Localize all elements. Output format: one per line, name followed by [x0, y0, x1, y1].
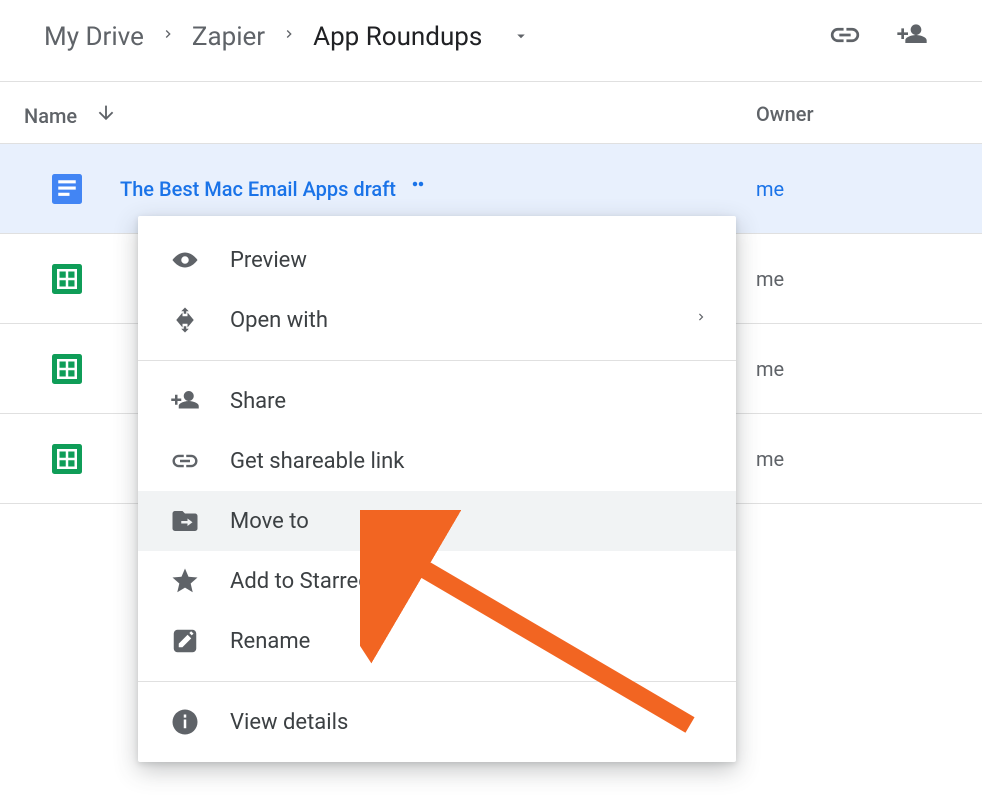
- menu-move-to[interactable]: Move to: [138, 491, 736, 551]
- info-icon: [170, 707, 214, 737]
- add-person-icon[interactable]: [896, 19, 928, 55]
- rename-icon: [170, 626, 214, 656]
- sort-arrow-down-icon: [95, 102, 117, 129]
- preview-icon: [170, 245, 214, 275]
- menu-label: Preview: [230, 248, 307, 273]
- breadcrumb: My Drive Zapier App Roundups: [44, 22, 828, 52]
- file-owner: me: [756, 177, 784, 201]
- shared-icon: [406, 178, 430, 200]
- sheets-icon: [52, 264, 92, 294]
- docs-icon: [52, 174, 92, 204]
- move-icon: [170, 305, 214, 335]
- link-icon[interactable]: [828, 18, 862, 56]
- menu-get-link[interactable]: Get shareable link: [138, 431, 736, 491]
- chevron-right-icon: [160, 22, 176, 52]
- breadcrumb-current[interactable]: App Roundups: [313, 22, 482, 52]
- file-owner: me: [756, 357, 784, 381]
- menu-label: Rename: [230, 629, 310, 654]
- column-owner[interactable]: Owner: [756, 102, 814, 126]
- column-headers: Name Owner: [0, 81, 982, 144]
- file-owner: me: [756, 267, 784, 291]
- chevron-right-icon: [694, 307, 708, 333]
- breadcrumb-root[interactable]: My Drive: [44, 22, 144, 52]
- menu-add-starred[interactable]: Add to Starred: [138, 551, 736, 611]
- menu-label: Get shareable link: [230, 449, 404, 474]
- menu-label: Open with: [230, 308, 328, 333]
- menu-preview[interactable]: Preview: [138, 230, 736, 290]
- context-menu: Preview Open with Share Get shareable li…: [138, 216, 736, 762]
- menu-label: Move to: [230, 509, 309, 534]
- folder-move-icon: [170, 506, 214, 536]
- menu-label: Add to Starred: [230, 569, 371, 594]
- file-name: The Best Mac Email Apps draft: [120, 177, 396, 201]
- column-name[interactable]: Name: [24, 102, 117, 129]
- menu-separator: [138, 360, 736, 361]
- link-icon: [170, 446, 214, 476]
- menu-separator: [138, 681, 736, 682]
- star-icon: [170, 566, 214, 596]
- folder-dropdown-arrow[interactable]: [512, 22, 530, 52]
- chevron-right-icon: [281, 22, 297, 52]
- sheets-icon: [52, 354, 92, 384]
- sheets-icon: [52, 444, 92, 474]
- column-name-label: Name: [24, 104, 77, 128]
- menu-share[interactable]: Share: [138, 371, 736, 431]
- menu-label: Share: [230, 389, 286, 414]
- header-actions: [828, 18, 928, 56]
- folder-header: My Drive Zapier App Roundups: [0, 0, 982, 81]
- menu-open-with[interactable]: Open with: [138, 290, 736, 350]
- menu-rename[interactable]: Rename: [138, 611, 736, 671]
- menu-view-details[interactable]: View details: [138, 692, 736, 752]
- file-owner: me: [756, 447, 784, 471]
- menu-label: View details: [230, 710, 348, 735]
- breadcrumb-mid[interactable]: Zapier: [192, 22, 265, 52]
- add-person-icon: [170, 386, 214, 416]
